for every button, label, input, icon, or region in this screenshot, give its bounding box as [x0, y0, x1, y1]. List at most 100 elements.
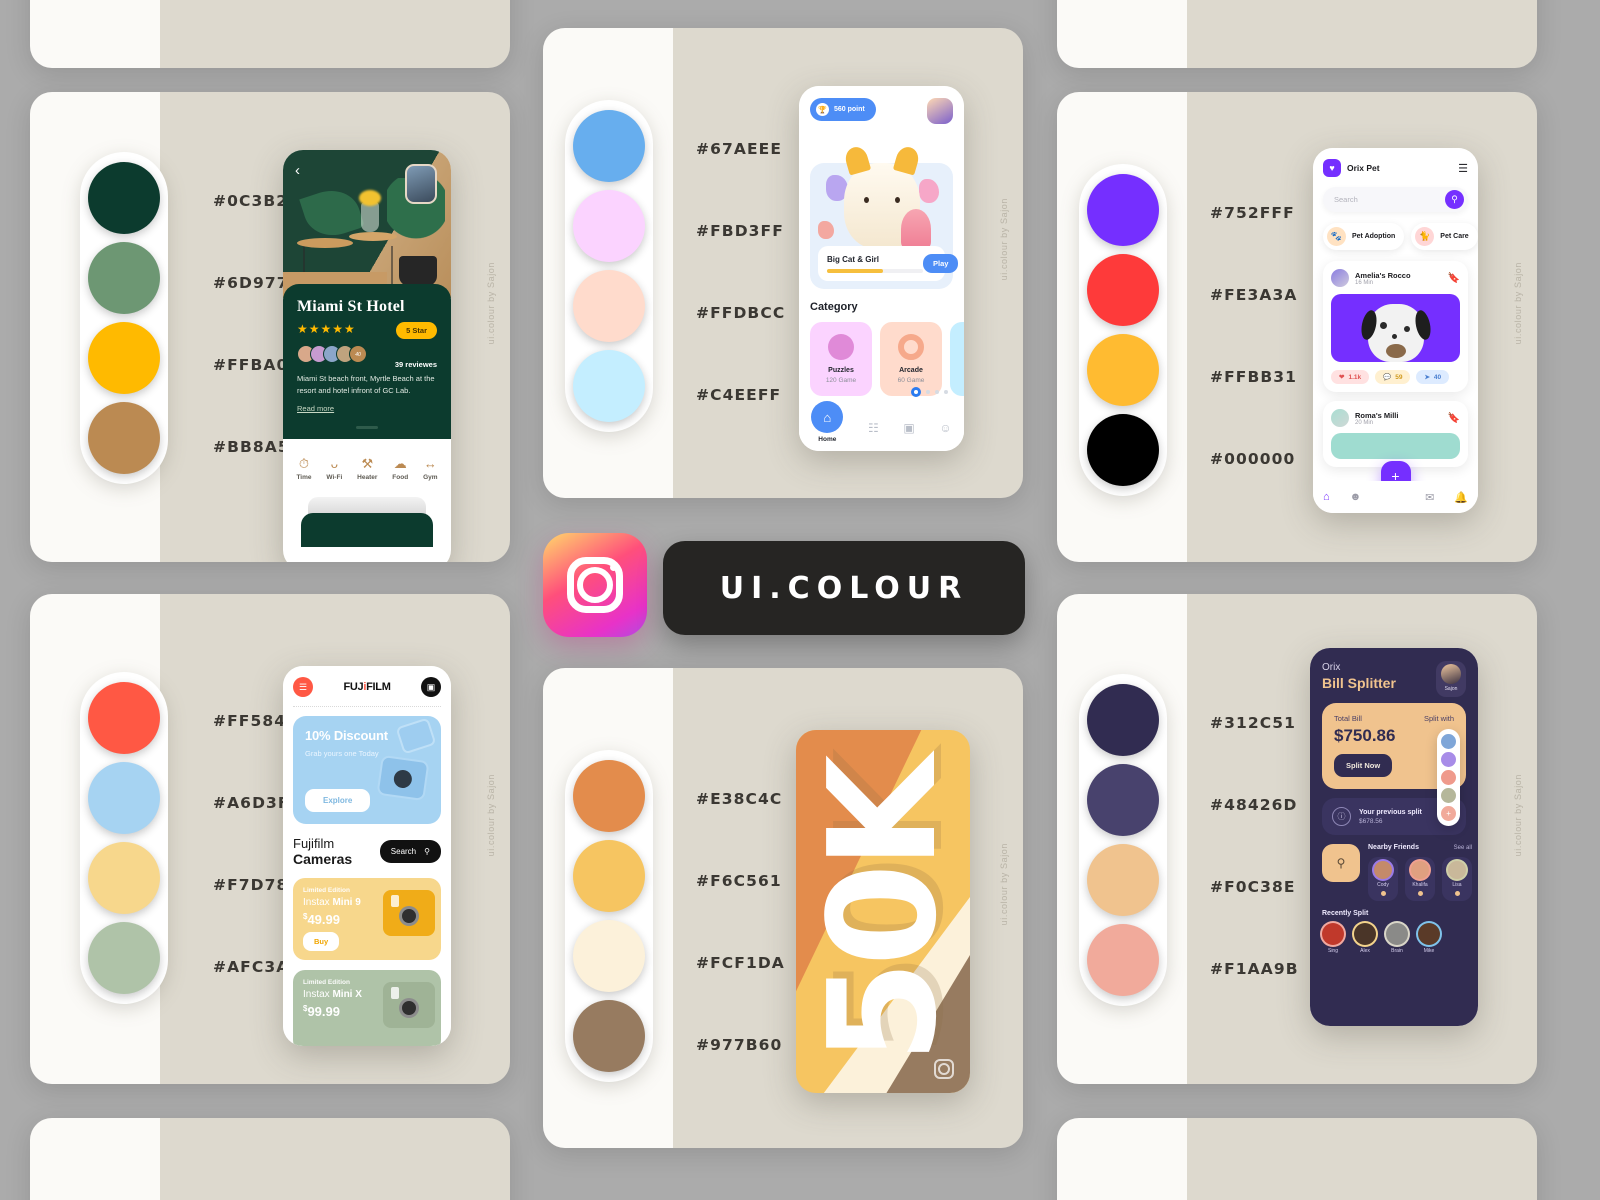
bell-icon[interactable]: 🔔 — [1454, 491, 1468, 504]
reviews-count: 39 reviewes — [394, 360, 437, 369]
see-all-link[interactable]: See all — [1454, 845, 1472, 851]
profile-icon[interactable]: ☺ — [939, 421, 951, 435]
swatch-3[interactable] — [1087, 414, 1159, 486]
back-icon[interactable]: ‹ — [295, 162, 300, 179]
bottom-nav[interactable]: ⌂ Home ☷ ▣ ☺ — [799, 401, 964, 451]
category-tile-arcade[interactable]: Arcade 60 Game — [880, 322, 942, 396]
swatch-1[interactable] — [88, 762, 160, 834]
ticket-icon[interactable]: ▣ — [903, 421, 914, 435]
bookmark-icon[interactable]: 🔖 — [1448, 413, 1460, 424]
recent-item[interactable]: Brain — [1386, 923, 1408, 954]
phone-mockup-fujifilm[interactable]: ☰ FUJiFILM ▣ 10% Discount Grab yours one… — [283, 666, 451, 1046]
swatch-3[interactable] — [573, 1000, 645, 1072]
featured-game-card[interactable]: Big Cat & Girl Play — [810, 163, 959, 289]
recent-item[interactable]: Mike — [1418, 923, 1440, 954]
profile-chip[interactable]: Sajon — [1436, 661, 1466, 697]
swatch-0[interactable] — [573, 760, 645, 832]
phone-mockup-hotel[interactable]: ‹ Miami St Hotel ★★★★★ 5 Star 40 39 revi… — [283, 150, 451, 562]
palette-card-poster[interactable]: ui.colour by Sajon #E38C4C #F6C561 #FCF1… — [543, 668, 1023, 1148]
read-more-link[interactable]: Read more — [297, 404, 334, 413]
buy-button[interactable]: Buy — [303, 931, 340, 951]
avatar — [1418, 923, 1440, 945]
swatch-2[interactable] — [573, 920, 645, 992]
avatar[interactable] — [927, 98, 953, 124]
swatch-1[interactable] — [1087, 764, 1159, 836]
palette-card-pet[interactable]: ui.colour by Sajon #752FFF #FE3A3A #FFBB… — [1057, 92, 1537, 562]
amenity-time[interactable]: ⏱ Time — [296, 457, 311, 481]
section-line-2: Cameras — [293, 851, 353, 868]
category-tile-puzzles[interactable]: Puzzles 120 Game — [810, 322, 872, 396]
swatch-2[interactable] — [88, 322, 160, 394]
bottom-nav[interactable]: ⌂ ☻ ✉ 🔔 — [1313, 481, 1478, 513]
recent-item[interactable]: Sing — [1322, 923, 1344, 954]
search-button[interactable]: ⚲ — [1322, 844, 1360, 882]
search-button[interactable]: Search ⚲ — [379, 840, 441, 864]
swatch-0[interactable] — [1087, 174, 1159, 246]
chip-pet-adoption[interactable]: 🐾 Pet Adoption — [1323, 223, 1405, 250]
palette-card-hotel[interactable]: ui.colour by Sajon #0C3B2E #6D9773 #FFBA… — [30, 92, 510, 562]
post-card[interactable]: Roma's Milli 20 Min 🔖 — [1323, 401, 1468, 467]
friend-item[interactable]: Khalifa — [1405, 857, 1435, 901]
palette-card-game[interactable]: ui.colour by Sajon #67AEEE #FBD3FF #FFDB… — [543, 28, 1023, 498]
filter-icon[interactable]: ☰ — [1458, 162, 1468, 175]
instagram-logo[interactable] — [543, 533, 647, 637]
palette-card-billsplitter[interactable]: ui.colour by Sajon #312C51 #48426D #F0C3… — [1057, 594, 1537, 1084]
swatch-2[interactable] — [1087, 334, 1159, 406]
nav-item-home[interactable]: ⌂ Home — [811, 401, 844, 443]
poster-mockup-50k[interactable]: 50K — [796, 730, 970, 1093]
swatch-0[interactable] — [573, 110, 645, 182]
split-now-button[interactable]: Split Now — [1334, 754, 1393, 777]
swatch-0[interactable] — [1087, 684, 1159, 756]
friends-icon[interactable]: ☻ — [1350, 491, 1362, 503]
swatch-3[interactable] — [88, 922, 160, 994]
swatch-3[interactable] — [1087, 924, 1159, 996]
amenity-heater[interactable]: ⚒ Heater — [357, 457, 377, 481]
product-card-mini9[interactable]: Limited Edition Instax Mini 9 $49.99 Buy — [293, 877, 441, 960]
swatch-3[interactable] — [88, 402, 160, 474]
swatch-0[interactable] — [88, 682, 160, 754]
swatch-2[interactable] — [1087, 844, 1159, 916]
carousel-dots[interactable] — [911, 387, 948, 397]
home-icon[interactable]: ⌂ — [1323, 491, 1330, 503]
bookmark-icon[interactable]: 🔖 — [1448, 273, 1460, 284]
chip-pet-care[interactable]: 🐈 Pet Care — [1411, 223, 1478, 250]
total-bill-card: Total Bill $750.86 Split with Split Now … — [1322, 703, 1466, 826]
phone-mockup-game[interactable]: 🏆 560 point Big Cat & Girl Play Category… — [799, 86, 964, 451]
camera-icon[interactable]: ▣ — [421, 677, 441, 697]
amenity-food[interactable]: ☁ Food — [392, 457, 408, 481]
comments-pill[interactable]: 💬 59 — [1375, 370, 1411, 384]
shares-pill[interactable]: ➤ 40 — [1416, 370, 1450, 384]
phone-mockup-pet[interactable]: ♥ Orix Pet ☰ Search ⚲ 🐾 Pet Adoption 🐈 P… — [1313, 148, 1478, 513]
play-button[interactable]: Play — [923, 254, 959, 273]
recent-item[interactable]: Alex — [1354, 923, 1376, 954]
swatch-1[interactable] — [573, 840, 645, 912]
friend-item[interactable]: Cody — [1368, 857, 1398, 901]
search-input[interactable]: Search ⚲ — [1323, 187, 1468, 212]
page-title: UI.COLOUR — [719, 570, 969, 606]
palette-card-fujifilm[interactable]: ui.colour by Sajon #FF5844 #A6D3F2 #F7D7… — [30, 594, 510, 1084]
swatch-2[interactable] — [88, 842, 160, 914]
swatch-3[interactable] — [573, 350, 645, 422]
explore-button[interactable]: Explore — [305, 789, 371, 812]
amenity-gym[interactable]: ↔ Gym — [423, 457, 437, 481]
swatch-1[interactable] — [88, 242, 160, 314]
product-card-minix[interactable]: Limited Edition Instax Mini X $99.99 — [293, 969, 441, 1046]
swatch-2[interactable] — [573, 270, 645, 342]
promo-banner[interactable]: 10% Discount Grab yours one Today Explor… — [293, 716, 441, 824]
menu-icon[interactable]: ☰ — [293, 677, 313, 697]
post-card[interactable]: Amelia's Rocco 16 Min 🔖 ❤ 1.1k 💬 59 ➤ 40 — [1323, 261, 1468, 392]
amenity-wifi[interactable]: ᴗ Wi-Fi — [326, 457, 342, 481]
grid-icon[interactable]: ☷ — [868, 421, 879, 435]
friend-item[interactable]: Lisa — [1442, 857, 1472, 901]
sheet-grabber[interactable] — [356, 425, 378, 429]
swatch-0[interactable] — [88, 162, 160, 234]
phone-mockup-billsplitter[interactable]: Orix Bill Splitter Sajon Total Bill $750… — [1310, 648, 1478, 1026]
likes-pill[interactable]: ❤ 1.1k — [1331, 370, 1370, 384]
add-person-button[interactable]: + — [1441, 806, 1456, 821]
split-avatar-stack[interactable]: + — [1437, 729, 1460, 826]
mail-icon[interactable]: ✉ — [1425, 491, 1434, 504]
swatch-1[interactable] — [573, 190, 645, 262]
swatch-1[interactable] — [1087, 254, 1159, 326]
search-icon[interactable]: ⚲ — [1445, 190, 1464, 209]
category-tile-partial[interactable]: Lo 100 — [950, 322, 964, 396]
